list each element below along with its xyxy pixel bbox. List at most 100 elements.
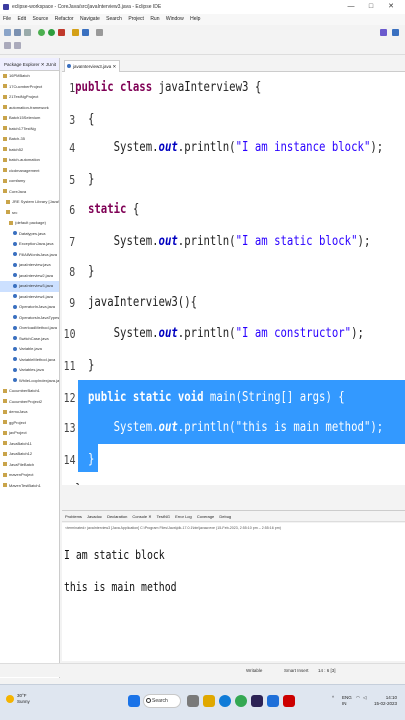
- tree-item[interactable]: ggProject: [0, 418, 59, 429]
- word-icon[interactable]: [267, 695, 279, 707]
- tree-item[interactable]: CucumberBatch1: [0, 386, 59, 397]
- tab-error-log[interactable]: Error Log: [175, 514, 192, 519]
- editor-tab-bar: javaInterview3.java ✕: [62, 58, 405, 72]
- tree-item[interactable]: javaInterview.java: [0, 260, 59, 271]
- package-explorer-tab[interactable]: Package Explorer ✕ JUnit: [0, 58, 59, 71]
- close-button[interactable]: ✕: [383, 0, 399, 14]
- save-icon[interactable]: [14, 29, 21, 36]
- tree-item[interactable]: batch52: [0, 145, 59, 156]
- tree-item[interactable]: comfamy: [0, 176, 59, 187]
- menu-search[interactable]: Search: [106, 16, 122, 22]
- file-explorer-icon[interactable]: [203, 695, 215, 707]
- code-editor[interactable]: 1 public class javaInterview3 {3 {4 Syste…: [62, 72, 405, 485]
- tree-item[interactable]: javaInterview4.java: [0, 292, 59, 303]
- tree-item[interactable]: VariableMethod.java: [0, 355, 59, 366]
- menu-run[interactable]: Run: [150, 16, 159, 22]
- eclipse-taskbar-icon[interactable]: [251, 695, 263, 707]
- weather-widget[interactable]: 30°F Sunny: [6, 693, 30, 705]
- tree-item[interactable]: Variable.java: [0, 344, 59, 355]
- tree-item[interactable]: CoreJava: [0, 187, 59, 198]
- tray-chevron-icon[interactable]: ^: [332, 695, 334, 701]
- clock[interactable]: 14:10 15-02-2023: [374, 695, 397, 707]
- print-icon[interactable]: [24, 29, 31, 36]
- tree-item[interactable]: ExceptionJava.java: [0, 239, 59, 250]
- edge-icon[interactable]: [219, 695, 231, 707]
- maximize-button[interactable]: □: [363, 0, 379, 14]
- tree-item[interactable]: SwitchCase.java: [0, 334, 59, 345]
- tree-item[interactable]: Variables.java: [0, 365, 59, 376]
- menu-edit[interactable]: Edit: [17, 16, 26, 22]
- wifi-icon[interactable]: ◠: [356, 695, 360, 701]
- java-perspective-icon[interactable]: [392, 29, 399, 36]
- tree-item[interactable]: mavenProject: [0, 470, 59, 481]
- menu-navigate[interactable]: Navigate: [80, 16, 100, 22]
- tree-item[interactable]: JavaBatch11: [0, 439, 59, 450]
- tab-declaration[interactable]: Declaration: [107, 514, 127, 519]
- external-tools-icon[interactable]: [58, 29, 65, 36]
- tab-coverage[interactable]: Coverage: [197, 514, 214, 519]
- tree-item[interactable]: batch17TestNg: [0, 124, 59, 135]
- task-view-icon[interactable]: [187, 695, 199, 707]
- tree-item[interactable]: WhileLoopIndexjava.java: [0, 376, 59, 387]
- tree-item[interactable]: OverloadMethod.java: [0, 323, 59, 334]
- tree-item[interactable]: OperatorInJava.java: [0, 302, 59, 313]
- console-output[interactable]: I am static block this is main method: [62, 533, 405, 661]
- tree-item[interactable]: Batch-35: [0, 134, 59, 145]
- tree-item[interactable]: JRE System Library [JavaSE-17]: [0, 197, 59, 208]
- forward-icon[interactable]: [14, 42, 21, 49]
- menu-source[interactable]: Source: [32, 16, 48, 22]
- tab-testng[interactable]: TestNG: [157, 514, 170, 519]
- code-text: public static void main(String[] args) {: [75, 382, 345, 414]
- code-line: 9 javaInterview3(){: [62, 287, 343, 319]
- menu-window[interactable]: Window: [166, 16, 184, 22]
- tree-item[interactable]: JavaBatch12: [0, 449, 59, 460]
- chrome-icon[interactable]: [235, 695, 247, 707]
- tree-item[interactable]: automation-framework: [0, 103, 59, 114]
- menu-file[interactable]: File: [3, 16, 11, 22]
- debug-icon[interactable]: [38, 29, 45, 36]
- new-icon[interactable]: [4, 29, 11, 36]
- windows-start-icon[interactable]: [128, 695, 140, 707]
- tree-item[interactable]: 16PMBatch: [0, 71, 59, 82]
- tree-item[interactable]: src: [0, 208, 59, 219]
- tree-item[interactable]: OperatorsInJavaTypes2.java: [0, 313, 59, 324]
- tree-item[interactable]: (default package): [0, 218, 59, 229]
- folder-icon: [3, 420, 7, 425]
- tab-console[interactable]: Console ✕: [132, 514, 151, 519]
- tree-item[interactable]: 21TestNgProject: [0, 92, 59, 103]
- tree-item[interactable]: Datatypes.java: [0, 229, 59, 240]
- new-class-icon[interactable]: [82, 29, 89, 36]
- minimize-button[interactable]: —: [343, 0, 359, 14]
- taskbar-search[interactable]: Search: [143, 694, 181, 708]
- tree-item[interactable]: 17CucmberProject: [0, 82, 59, 93]
- search-icon[interactable]: [96, 29, 103, 36]
- run-icon[interactable]: [48, 29, 55, 36]
- tab-problems[interactable]: Problems: [65, 514, 82, 519]
- app-icon[interactable]: [283, 695, 295, 707]
- tab-debug[interactable]: Debug: [219, 514, 231, 519]
- tree-item[interactable]: MavenTestBatch1: [0, 481, 59, 492]
- folder-icon: [3, 73, 7, 78]
- back-icon[interactable]: [4, 42, 11, 49]
- menu-project[interactable]: Project: [128, 16, 144, 22]
- menu-refactor[interactable]: Refactor: [55, 16, 74, 22]
- tree-item[interactable]: FillAllWordsJava.java: [0, 250, 59, 261]
- tree-item[interactable]: javProject: [0, 428, 59, 439]
- new-package-icon[interactable]: [72, 29, 79, 36]
- tree-item[interactable]: CucumberProject2: [0, 397, 59, 408]
- tree-item[interactable]: cicdmanagement: [0, 166, 59, 177]
- language-indicator[interactable]: ENG IN: [342, 695, 352, 707]
- perspective-icon[interactable]: [380, 29, 387, 36]
- tree-item[interactable]: javaInterview3.java: [0, 281, 59, 292]
- volume-icon[interactable]: ◁: [363, 695, 366, 701]
- tree-item[interactable]: batch-automation: [0, 155, 59, 166]
- tree-item[interactable]: JavaFileBatch: [0, 460, 59, 471]
- menu-help[interactable]: Help: [190, 16, 200, 22]
- editor-tab-javainterview3[interactable]: javaInterview3.java ✕: [64, 60, 120, 72]
- code-text: }: [75, 444, 94, 476]
- code-text: public class javaInterview3 {: [75, 72, 261, 104]
- tab-javadoc[interactable]: Javadoc: [87, 514, 102, 519]
- tree-item[interactable]: demoJava: [0, 407, 59, 418]
- tree-item[interactable]: javaInterview2.java: [0, 271, 59, 282]
- tree-item[interactable]: Batch15Selenium: [0, 113, 59, 124]
